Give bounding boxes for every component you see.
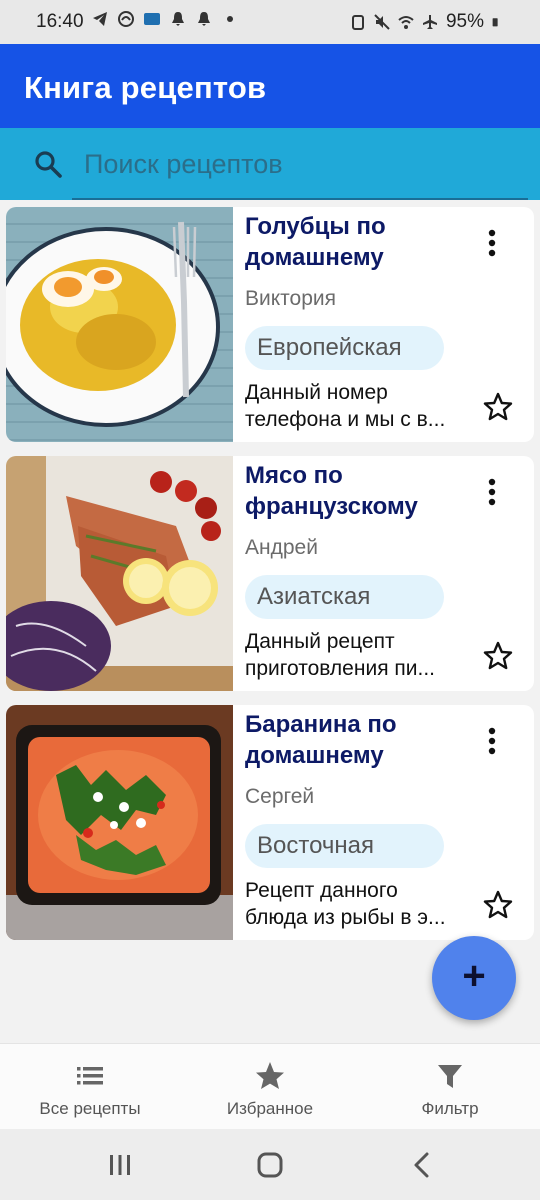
star-outline-icon[interactable]: [482, 889, 514, 921]
search-input[interactable]: [84, 142, 514, 186]
star-outline-icon[interactable]: [482, 640, 514, 672]
search-bar: [0, 128, 540, 200]
search-icon[interactable]: [32, 148, 64, 180]
recipe-description: Данный номер телефона и мы с в...: [245, 379, 467, 433]
star-icon: [256, 1062, 284, 1089]
recipe-description: Данный рецепт приготовления пи...: [245, 628, 467, 682]
recipe-description-line: телефона и мы с в...: [245, 408, 446, 431]
recipe-photo: [6, 456, 233, 691]
notification-icons: [92, 11, 238, 27]
more-vert-icon[interactable]: [478, 227, 506, 259]
battery-percent: 95%: [445, 11, 484, 32]
more-vert-icon[interactable]: [478, 725, 506, 757]
airplane-icon: [422, 15, 437, 29]
wifi-icon: [398, 16, 414, 29]
home-icon[interactable]: [254, 1149, 286, 1181]
app-notification-icon: [118, 11, 134, 27]
recipe-photo: [6, 207, 233, 442]
mute-icon: [374, 14, 390, 30]
back-icon[interactable]: [406, 1149, 438, 1181]
recipe-description-line: Рецепт данного: [245, 879, 398, 902]
recipe-list[interactable]: Голубцы по домашнему Виктория Европейска…: [6, 207, 534, 954]
recipe-author: Виктория: [245, 287, 337, 310]
battery-icon: [492, 18, 498, 27]
battery-saver-icon: [351, 15, 364, 30]
recipe-description: Рецепт данного блюда из рыбы в э...: [245, 877, 467, 931]
nav-label: Фильтр: [421, 1099, 479, 1118]
nav-label: Избранное: [226, 1099, 314, 1118]
app-title: Книга рецептов: [24, 70, 267, 105]
recipe-title[interactable]: Баранина по домашнему: [245, 709, 465, 771]
recipe-photo: [6, 705, 233, 940]
cuisine-chip: Восточная: [245, 824, 444, 868]
status-time: 16:40: [36, 11, 84, 32]
recipe-author: Сергей: [245, 785, 315, 808]
recipe-card[interactable]: Голубцы по домашнему Виктория Европейска…: [6, 207, 534, 442]
recipe-card[interactable]: Мясо по французскому Андрей Азиатская Да…: [6, 456, 534, 691]
recipe-description-line: приготовления пи...: [245, 657, 436, 680]
list-icon: [77, 1067, 103, 1085]
nav-label: Все рецепты: [39, 1099, 141, 1118]
filter-icon: [438, 1065, 462, 1088]
bell-icon: [172, 12, 184, 26]
recipe-description-line: Данный номер: [245, 381, 388, 404]
status-bar: 16:40 95%: [0, 0, 540, 44]
recipe-card[interactable]: Баранина по домашнему Сергей Восточная Р…: [6, 705, 534, 940]
media-icon: [144, 13, 160, 25]
recipe-title[interactable]: Голубцы по домашнему: [245, 211, 465, 273]
recent-apps-icon[interactable]: [104, 1149, 136, 1181]
recipe-description-line: Данный рецепт: [245, 630, 395, 653]
system-navigation-bar: [0, 1129, 540, 1200]
nav-item-filter[interactable]: Фильтр: [360, 1044, 540, 1130]
more-vert-icon[interactable]: [478, 476, 506, 508]
cuisine-chip: Азиатская: [245, 575, 444, 619]
plus-icon: +: [462, 954, 486, 998]
app-bar: Книга рецептов: [0, 44, 540, 128]
system-icons: 95%: [350, 11, 502, 33]
recipe-description-line: блюда из рыбы в э...: [245, 906, 446, 929]
telegram-icon: [93, 12, 107, 26]
cuisine-chip: Европейская: [245, 326, 444, 370]
nav-item-favorites[interactable]: Избранное: [180, 1044, 360, 1130]
dot-icon: [227, 16, 233, 22]
search-underline: [72, 198, 528, 200]
recipe-author: Андрей: [245, 536, 318, 559]
bell-icon: [198, 12, 210, 26]
recipe-title[interactable]: Мясо по французскому: [245, 460, 465, 522]
star-outline-icon[interactable]: [482, 391, 514, 423]
bottom-navigation: Все рецепты Избранное Фильтр: [0, 1043, 540, 1129]
add-recipe-button[interactable]: +: [432, 936, 516, 1020]
nav-item-all-recipes[interactable]: Все рецепты: [0, 1044, 180, 1130]
